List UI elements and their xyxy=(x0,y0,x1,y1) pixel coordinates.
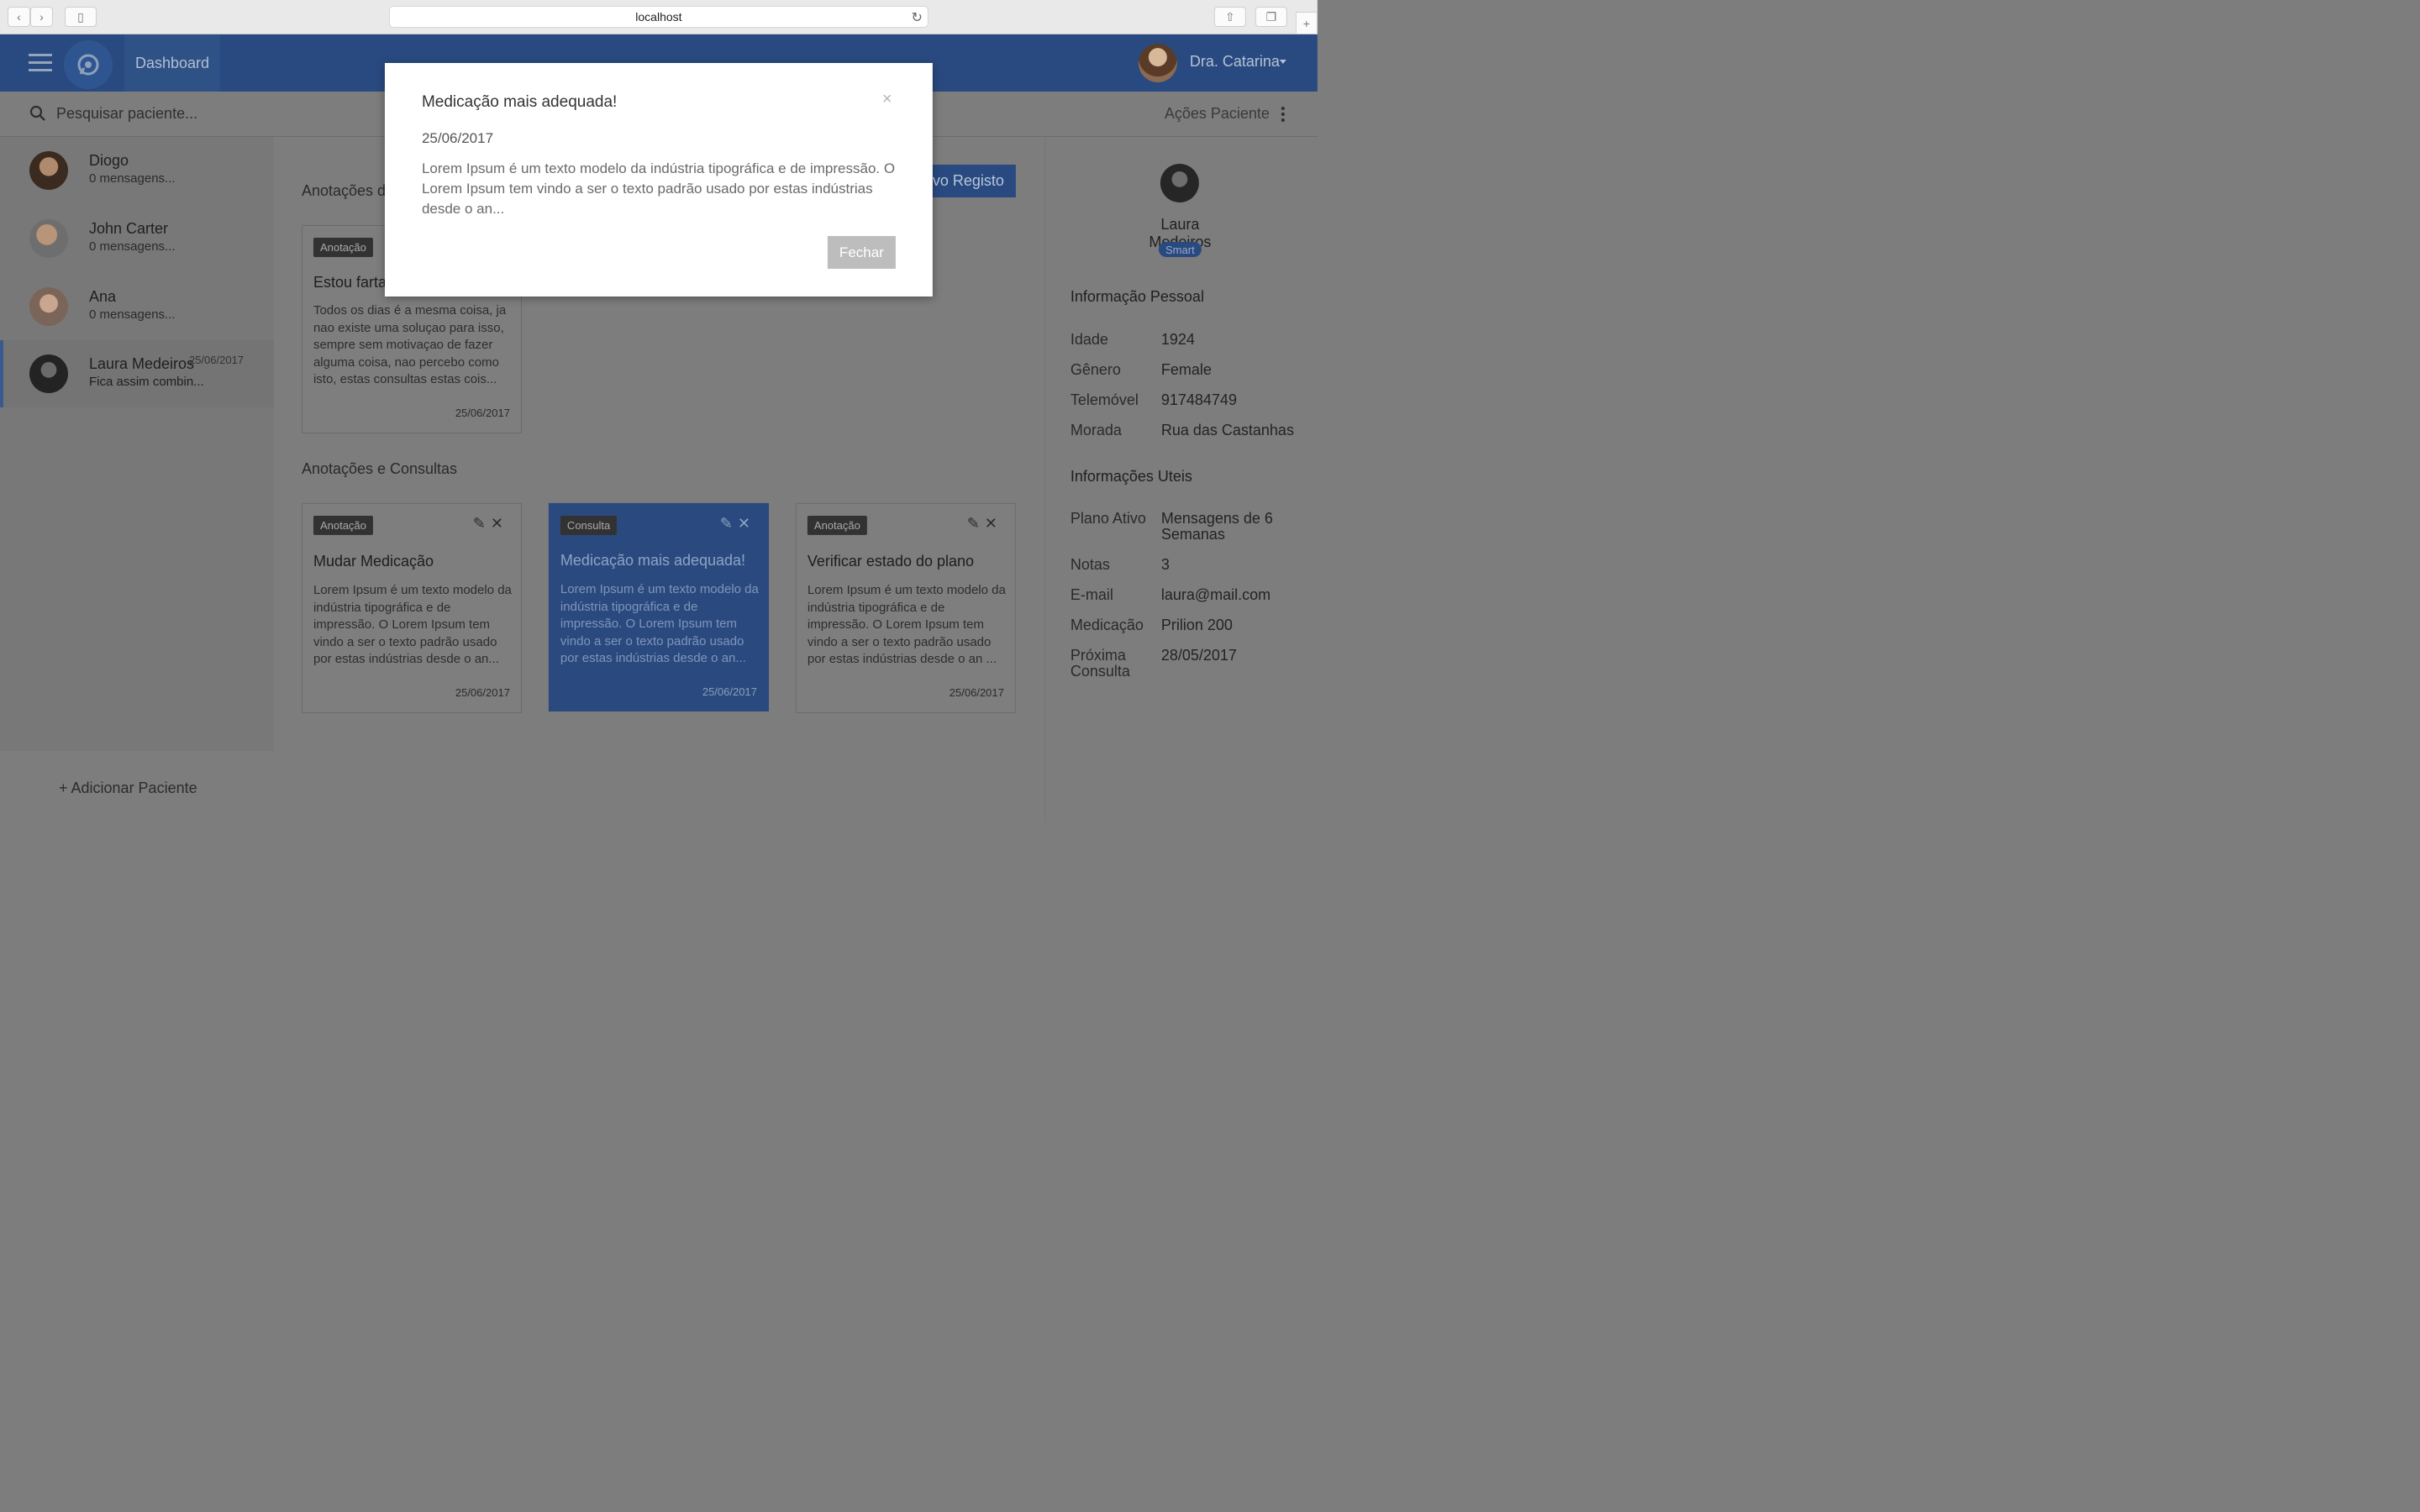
note-modal: Medicação mais adequada! × 25/06/2017 Lo… xyxy=(384,62,933,297)
card-badge: Anotação xyxy=(313,515,373,535)
browser-toolbar: ‹ › ▯ localhost ↻ ⇧ ❐ + xyxy=(0,0,1318,34)
card-title: Verificar estado do plano xyxy=(807,552,975,570)
card-actions: ✎✕ xyxy=(967,515,1002,533)
patient-actions-button[interactable]: Ações Paciente xyxy=(1165,105,1270,123)
info-key: Medicação xyxy=(1070,616,1144,633)
card-actions: ✎✕ xyxy=(473,515,508,533)
user-avatar[interactable] xyxy=(1138,43,1177,82)
close-button[interactable]: Fechar xyxy=(827,235,896,269)
info-key: Próxima Consulta xyxy=(1070,646,1130,680)
menu-icon[interactable] xyxy=(28,53,52,72)
info-value: Prilion 200 xyxy=(1160,616,1233,633)
add-patient-label: Adicionar Paciente xyxy=(71,779,197,796)
search-icon xyxy=(29,105,45,121)
personal-info-title: Informação Pessoal xyxy=(1070,287,1204,305)
user-menu[interactable]: Dra. Catarina xyxy=(1190,53,1280,71)
url-text: localhost xyxy=(635,9,682,24)
more-vert-icon[interactable] xyxy=(1281,106,1286,124)
patient-list: Diogo 0 mensagens... John Carter 0 mensa… xyxy=(0,136,274,751)
useful-info-title: Informações Uteis xyxy=(1070,467,1192,485)
patient-item-diogo[interactable]: Diogo 0 mensagens... xyxy=(0,137,274,204)
forward-icon[interactable]: › xyxy=(29,6,53,27)
card-body: Lorem Ipsum é um texto modelo da indústr… xyxy=(807,582,1006,666)
avatar xyxy=(29,354,68,393)
modal-body: Lorem Ipsum é um texto modelo da indústr… xyxy=(421,160,896,217)
url-bar[interactable]: localhost ↻ xyxy=(388,5,929,28)
patient-name: Diogo xyxy=(88,151,129,169)
avatar xyxy=(29,286,68,326)
card-title: Medicação mais adequada! xyxy=(560,551,746,569)
patient-message: Fica assim combin... xyxy=(88,374,204,389)
card-badge: Consulta xyxy=(560,515,618,535)
info-key: Morada xyxy=(1070,421,1122,438)
info-value: 3 xyxy=(1160,555,1170,573)
patient-message: 0 mensagens... xyxy=(88,239,176,254)
pinned-section-title: Anotações d xyxy=(301,181,387,199)
info-value: 1924 xyxy=(1160,330,1195,348)
modal-date: 25/06/2017 xyxy=(421,129,494,146)
patient-name: Ana xyxy=(88,287,117,305)
new-tab-icon[interactable]: + xyxy=(1295,11,1318,34)
note-card[interactable]: Anotação ✎✕ Mudar Medicação Lorem Ipsum … xyxy=(301,502,522,713)
notes-section-title: Anotações e Consultas xyxy=(301,459,458,477)
card-actions: ✎✕ xyxy=(720,515,755,533)
card-body: Todos os dias é a mesma coisa, ja nao ex… xyxy=(313,302,507,386)
info-value: Female xyxy=(1160,360,1212,378)
info-value: laura@mail.com xyxy=(1160,585,1271,603)
share-icon[interactable]: ⇧ xyxy=(1213,6,1246,27)
card-badge: Anotação xyxy=(807,515,867,535)
caret-down-icon[interactable] xyxy=(1279,59,1286,64)
info-key: Telemóvel xyxy=(1070,391,1139,408)
info-value: 28/05/2017 xyxy=(1160,646,1237,664)
avatar xyxy=(29,218,68,258)
info-value: 917484749 xyxy=(1160,391,1237,408)
close-icon[interactable]: ✕ xyxy=(491,515,508,532)
info-value: Mensagens de 6 Semanas xyxy=(1160,509,1273,543)
patient-message: 0 mensagens... xyxy=(88,307,176,322)
patient-item-john-carter[interactable]: John Carter 0 mensagens... xyxy=(0,205,274,272)
edit-icon[interactable]: ✎ xyxy=(967,515,985,532)
plus-icon: + xyxy=(58,779,71,796)
dashboard-nav[interactable]: Dashboard xyxy=(124,34,220,92)
card-title: Estou farta xyxy=(313,273,387,291)
info-key: Notas xyxy=(1070,555,1110,573)
card-body: Lorem Ipsum é um texto modelo da indústr… xyxy=(313,582,512,666)
note-card[interactable]: Anotação ✎✕ Verificar estado do plano Lo… xyxy=(795,502,1016,713)
patient-item-laura-medeiros[interactable]: Laura Medeiros 25/06/2017 Fica assim com… xyxy=(0,339,274,407)
card-body: Lorem Ipsum é um texto modelo da indústr… xyxy=(560,581,759,665)
add-patient-button[interactable]: + Adicionar Paciente xyxy=(59,780,197,797)
modal-title: Medicação mais adequada! xyxy=(421,92,618,111)
info-key: Idade xyxy=(1070,330,1108,348)
avatar xyxy=(29,150,68,190)
close-icon[interactable]: × xyxy=(882,90,892,109)
card-badge: Anotação xyxy=(313,237,373,257)
edit-icon[interactable]: ✎ xyxy=(720,515,738,532)
logo-icon[interactable] xyxy=(63,39,113,89)
back-icon[interactable]: ‹ xyxy=(7,6,30,27)
reload-icon[interactable]: ↻ xyxy=(911,9,922,26)
search-input[interactable]: Pesquisar paciente... xyxy=(56,105,197,123)
card-date: 25/06/2017 xyxy=(949,685,1004,699)
plan-badge: Smart xyxy=(1158,241,1202,257)
card-date: 25/06/2017 xyxy=(455,406,510,419)
info-key: E-mail xyxy=(1070,585,1113,603)
card-date: 25/06/2017 xyxy=(702,685,757,698)
patient-item-ana[interactable]: Ana 0 mensagens... xyxy=(0,273,274,340)
close-icon[interactable]: ✕ xyxy=(738,515,755,532)
consult-card-selected[interactable]: Consulta ✎✕ Medicação mais adequada! Lor… xyxy=(548,502,769,711)
patient-name: Laura Medeiros xyxy=(88,354,195,372)
info-value: Rua das Castanhas xyxy=(1160,421,1294,438)
card-date: 25/06/2017 xyxy=(455,685,510,699)
info-key: Gênero xyxy=(1070,360,1121,378)
patient-date: 25/06/2017 xyxy=(188,353,245,366)
close-icon[interactable]: ✕ xyxy=(985,515,1002,532)
sidebar-toggle-icon[interactable]: ▯ xyxy=(64,6,97,27)
profile-avatar xyxy=(1160,163,1199,202)
edit-icon[interactable]: ✎ xyxy=(473,515,491,532)
info-key: Plano Ativo xyxy=(1070,509,1146,527)
patient-message: 0 mensagens... xyxy=(88,171,176,186)
tabs-icon[interactable]: ❐ xyxy=(1255,6,1287,27)
card-title: Mudar Medicação xyxy=(313,552,434,570)
patient-name: John Carter xyxy=(88,219,169,237)
